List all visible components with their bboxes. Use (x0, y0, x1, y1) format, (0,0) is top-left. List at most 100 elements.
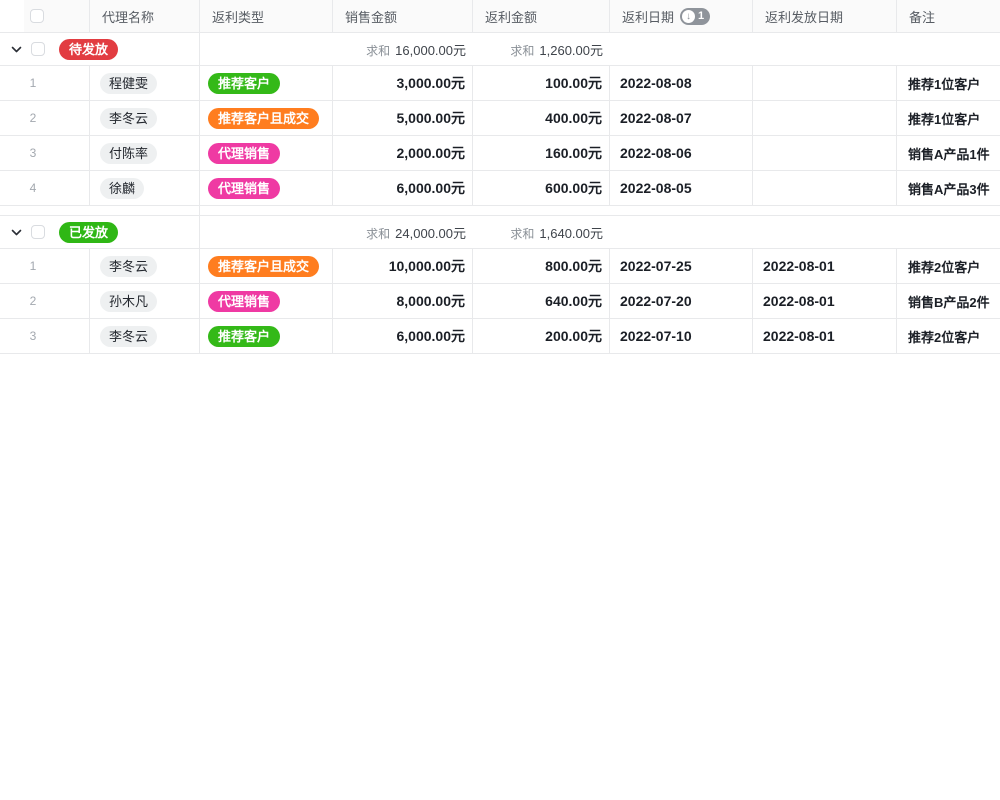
issue-date-cell[interactable]: 2022-08-01 (753, 319, 897, 353)
rebate-amount-value: 160.00元 (545, 143, 602, 163)
row-index: 4 (26, 181, 40, 195)
sales-amount-cell[interactable]: 6,000.00元 (333, 171, 473, 205)
agent-name-cell[interactable]: 程健雯 (90, 66, 200, 100)
issue-date-value: 2022-08-01 (763, 328, 835, 344)
rebate-amount-value: 100.00元 (545, 73, 602, 93)
rebate-amount-cell[interactable]: 640.00元 (473, 284, 610, 318)
chevron-down-icon[interactable] (10, 226, 23, 239)
rebate-amount-cell[interactable]: 100.00元 (473, 66, 610, 100)
issue-date-cell[interactable] (753, 171, 897, 205)
row-index-cell[interactable]: 4 (0, 171, 90, 205)
remark-cell[interactable]: 推荐1位客户 (897, 66, 1000, 100)
rebate-type-badge: 推荐客户 (208, 73, 280, 94)
remark-cell[interactable]: 推荐2位客户 (897, 319, 1000, 353)
chevron-down-icon[interactable] (10, 43, 23, 56)
table-header: 代理名称 返利类型 销售金额 返利金额 返利日期 ↓ 1 返利发放日期 备注 (0, 0, 1000, 33)
table-row: 2 李冬云 推荐客户且成交 5,000.00元 400.00元 2022-08-… (0, 101, 1000, 136)
rebate-type-cell[interactable]: 代理销售 (200, 284, 333, 318)
column-header-rebate-amount[interactable]: 返利金额 (473, 0, 610, 32)
agent-name-cell[interactable]: 付陈率 (90, 136, 200, 170)
row-index-cell[interactable]: 1 (0, 249, 90, 283)
column-header-agent-name[interactable]: 代理名称 (90, 0, 200, 32)
sales-amount-cell[interactable]: 3,000.00元 (333, 66, 473, 100)
table-row: 3 付陈率 代理销售 2,000.00元 160.00元 2022-08-06 … (0, 136, 1000, 171)
agent-name-cell[interactable]: 孙木凡 (90, 284, 200, 318)
column-header-rebate-type[interactable]: 返利类型 (200, 0, 333, 32)
group-checkbox[interactable] (31, 42, 45, 56)
rebate-date-value: 2022-07-10 (620, 328, 692, 344)
row-index-cell[interactable]: 2 (0, 101, 90, 135)
remark-value: 销售A产品1件 (908, 144, 990, 163)
rebate-amount-value: 640.00元 (545, 291, 602, 311)
rebate-date-cell[interactable]: 2022-07-10 (610, 319, 753, 353)
rebate-amount-cell[interactable]: 800.00元 (473, 249, 610, 283)
remark-cell[interactable]: 销售B产品2件 (897, 284, 1000, 318)
rebate-amount-cell[interactable]: 600.00元 (473, 171, 610, 205)
sales-amount-cell[interactable]: 2,000.00元 (333, 136, 473, 170)
sales-amount-value: 8,000.00元 (397, 291, 466, 311)
remark-cell[interactable]: 销售A产品1件 (897, 136, 1000, 170)
sort-badge[interactable]: ↓ 1 (680, 8, 710, 25)
sales-amount-cell[interactable]: 6,000.00元 (333, 319, 473, 353)
group-title-cell: 已发放 (0, 216, 200, 248)
issue-date-cell[interactable] (753, 101, 897, 135)
rebate-type-badge: 代理销售 (208, 178, 280, 199)
select-all-checkbox[interactable] (30, 9, 44, 23)
column-header-issue-date[interactable]: 返利发放日期 (753, 0, 897, 32)
rebate-date-cell[interactable]: 2022-08-05 (610, 171, 753, 205)
sales-amount-cell[interactable]: 5,000.00元 (333, 101, 473, 135)
rebate-type-cell[interactable]: 代理销售 (200, 136, 333, 170)
issue-date-cell[interactable]: 2022-08-01 (753, 284, 897, 318)
sales-amount-value: 3,000.00元 (397, 73, 466, 93)
agent-name-pill: 李冬云 (100, 326, 157, 347)
rebate-type-cell[interactable]: 推荐客户 (200, 66, 333, 100)
agent-name-cell[interactable]: 徐麟 (90, 171, 200, 205)
sum-label: 求和 (366, 42, 390, 59)
rebate-date-cell[interactable]: 2022-07-20 (610, 284, 753, 318)
agent-name-pill: 李冬云 (100, 256, 157, 277)
rebate-type-cell[interactable]: 推荐客户且成交 (200, 101, 333, 135)
issue-date-cell[interactable] (753, 136, 897, 170)
agent-name-cell[interactable]: 李冬云 (90, 249, 200, 283)
sales-amount-value: 5,000.00元 (397, 108, 466, 128)
remark-cell[interactable]: 销售A产品3件 (897, 171, 1000, 205)
group-checkbox[interactable] (31, 225, 45, 239)
rebate-type-cell[interactable]: 推荐客户 (200, 319, 333, 353)
column-label: 返利类型 (212, 7, 264, 26)
row-index: 3 (26, 146, 40, 160)
sort-order-number: 1 (698, 10, 704, 22)
agent-name-cell[interactable]: 李冬云 (90, 319, 200, 353)
issue-date-cell[interactable]: 2022-08-01 (753, 249, 897, 283)
row-index-cell[interactable]: 3 (0, 319, 90, 353)
sum-label: 求和 (510, 42, 534, 59)
remark-cell[interactable]: 推荐2位客户 (897, 249, 1000, 283)
rebate-amount-cell[interactable]: 160.00元 (473, 136, 610, 170)
rebate-type-cell[interactable]: 代理销售 (200, 171, 333, 205)
sales-amount-cell[interactable]: 10,000.00元 (333, 249, 473, 283)
column-header-rebate-date[interactable]: 返利日期 ↓ 1 (610, 0, 753, 32)
agent-name-cell[interactable]: 李冬云 (90, 101, 200, 135)
row-index-cell[interactable]: 3 (0, 136, 90, 170)
rebate-date-cell[interactable]: 2022-08-08 (610, 66, 753, 100)
issue-date-value: 2022-08-01 (763, 293, 835, 309)
rebate-date-cell[interactable]: 2022-08-07 (610, 101, 753, 135)
rebate-type-cell[interactable]: 推荐客户且成交 (200, 249, 333, 283)
sales-amount-value: 10,000.00元 (389, 256, 465, 276)
rebate-amount-value: 800.00元 (545, 256, 602, 276)
column-header-sales-amount[interactable]: 销售金额 (333, 0, 473, 32)
gap-cell (200, 206, 1000, 215)
row-index-cell[interactable]: 2 (0, 284, 90, 318)
issue-date-cell[interactable] (753, 66, 897, 100)
gap-cell (0, 206, 200, 215)
column-header-remark[interactable]: 备注 (897, 0, 1000, 32)
rebate-amount-cell[interactable]: 200.00元 (473, 319, 610, 353)
rebate-date-cell[interactable]: 2022-07-25 (610, 249, 753, 283)
rebate-amount-cell[interactable]: 400.00元 (473, 101, 610, 135)
sales-amount-cell[interactable]: 8,000.00元 (333, 284, 473, 318)
row-index-cell[interactable]: 1 (0, 66, 90, 100)
table-row: 1 李冬云 推荐客户且成交 10,000.00元 800.00元 2022-07… (0, 249, 1000, 284)
remark-cell[interactable]: 推荐1位客户 (897, 101, 1000, 135)
remark-value: 销售B产品2件 (908, 292, 990, 311)
issue-date-value: 2022-08-01 (763, 258, 835, 274)
rebate-date-cell[interactable]: 2022-08-06 (610, 136, 753, 170)
